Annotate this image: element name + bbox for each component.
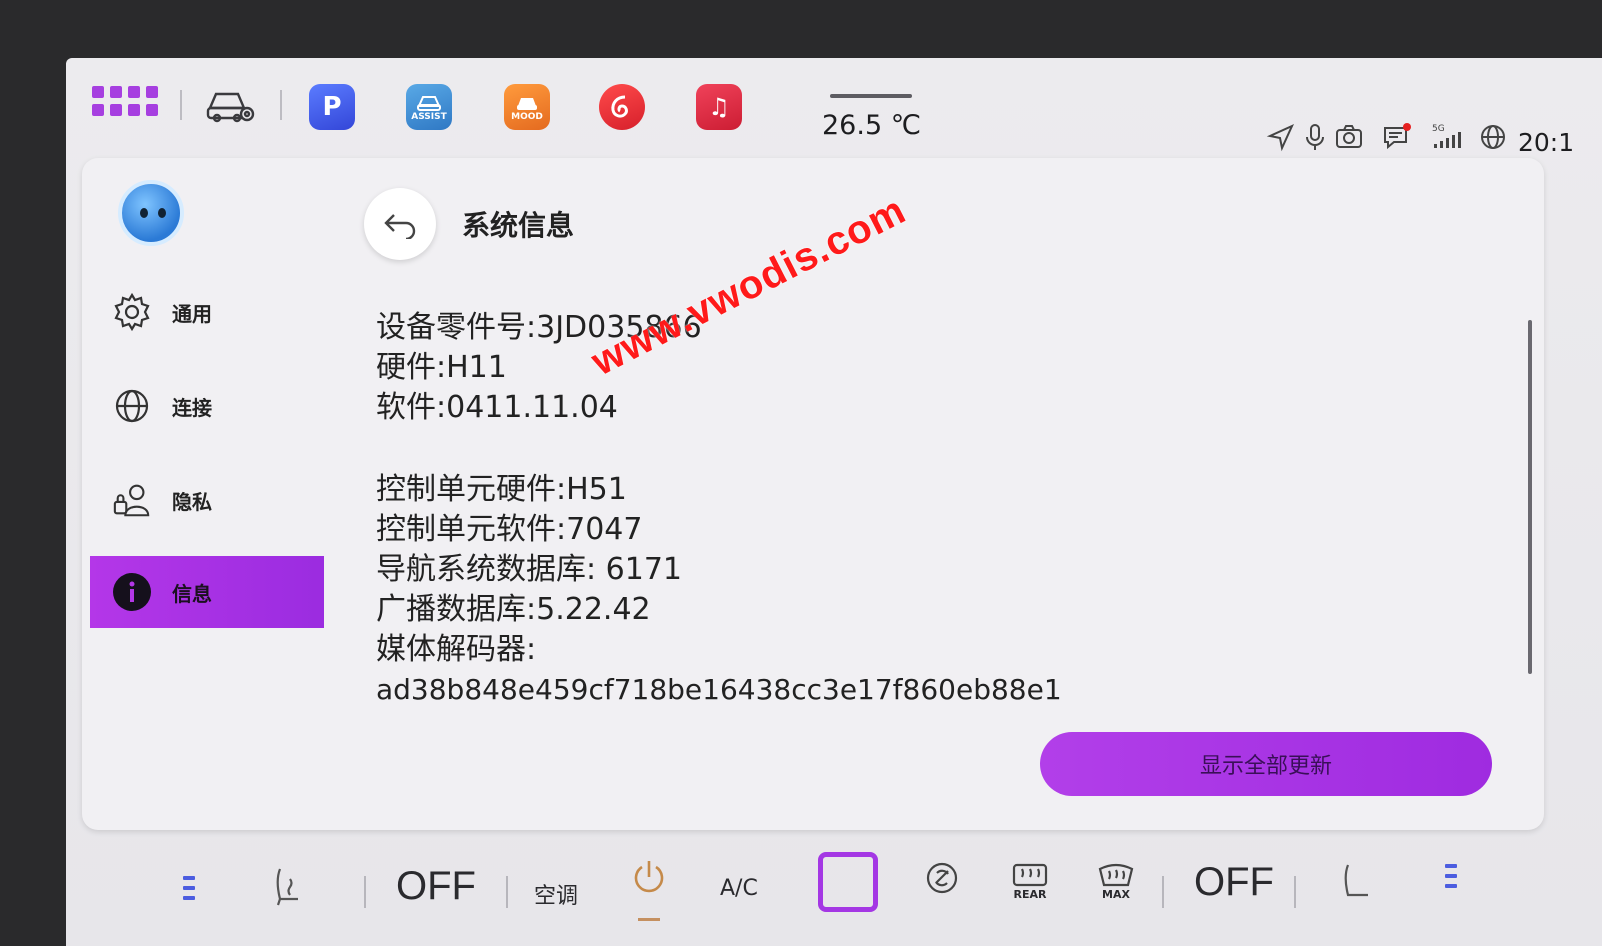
radio-database: 广播数据库:5.22.42 <box>376 592 651 627</box>
max-label: MAX <box>1102 888 1130 901</box>
sidebar-item-label: 信息 <box>172 581 212 606</box>
user-avatar[interactable] <box>118 180 184 246</box>
auto-climate-icon[interactable] <box>922 858 962 898</box>
media-codec-label: 媒体解码器: <box>376 632 537 667</box>
power-indicator <box>638 918 660 921</box>
divider <box>506 876 508 908</box>
music-app-icon[interactable]: ♫ <box>696 84 742 130</box>
clock: 20:1 <box>1518 128 1575 157</box>
right-fan-status[interactable]: OFF <box>1194 860 1274 905</box>
sidebar-item-privacy[interactable]: 隐私 <box>90 464 324 536</box>
assist-app-icon[interactable]: ASSIST <box>406 84 452 130</box>
car-infotainment-screen: P ASSIST MOOD ♫ 26.5 ℃ 5G 20:1 通用 连接 隐私 … <box>66 58 1602 946</box>
microphone-icon <box>1300 122 1330 152</box>
control-unit-software: 控制单元软件:7047 <box>376 512 643 547</box>
app-grid-icon[interactable] <box>92 86 158 116</box>
sidebar-item-label: 通用 <box>172 301 212 326</box>
rear-defrost-icon[interactable]: REAR <box>1008 852 1052 902</box>
software-version: 软件:0411.11.04 <box>376 390 618 425</box>
privacy-icon <box>112 480 152 520</box>
info-icon <box>112 572 152 612</box>
divider <box>364 876 366 908</box>
signal-5g-icon: 5G <box>1430 122 1461 152</box>
rear-label: REAR <box>1013 888 1047 901</box>
mood-app-icon[interactable]: MOOD <box>504 84 550 130</box>
globe-icon <box>112 386 152 426</box>
recirculation-button[interactable] <box>818 852 878 912</box>
status-icons: 5G <box>1266 120 1508 154</box>
left-fan-status[interactable]: OFF <box>396 864 476 909</box>
climate-bar: OFF 空调 A/C REAR MAX OFF <box>66 844 1602 946</box>
divider <box>1162 876 1164 908</box>
ac-button[interactable]: A/C <box>720 876 758 901</box>
page-title: 系统信息 <box>462 209 575 242</box>
media-codec-value: ad38b848e459cf718be16438cc3e17f860eb88e1 <box>376 673 1062 706</box>
handle-bar[interactable] <box>830 94 912 98</box>
sidebar-item-general[interactable]: 通用 <box>90 276 324 348</box>
outside-temperature: 26.5 ℃ <box>822 110 922 141</box>
back-button[interactable] <box>364 188 436 260</box>
right-menu-icon[interactable] <box>1440 856 1462 896</box>
seat-heat-right-icon[interactable] <box>1338 858 1378 908</box>
svg-text:5G: 5G <box>1432 124 1445 134</box>
max-defrost-icon[interactable]: MAX <box>1094 852 1138 902</box>
sidebar-item-label: 连接 <box>172 395 212 420</box>
car-settings-icon[interactable] <box>206 84 256 126</box>
hardware-version: 硬件:H11 <box>376 350 507 385</box>
camera-icon <box>1334 122 1364 152</box>
parking-app-icon[interactable]: P <box>309 84 355 130</box>
message-notification-icon[interactable] <box>1382 122 1412 152</box>
sidebar-item-label: 隐私 <box>172 489 212 514</box>
power-icon[interactable] <box>628 856 670 898</box>
divider <box>1294 876 1296 908</box>
show-all-updates-button[interactable]: 显示全部更新 <box>1040 732 1492 796</box>
divider <box>180 90 182 120</box>
left-menu-icon[interactable] <box>178 868 200 908</box>
status-bar: P ASSIST MOOD ♫ 26.5 ℃ 5G 20:1 <box>66 58 1602 157</box>
divider <box>280 90 282 120</box>
gear-icon <box>112 292 152 332</box>
navigation-database: 导航系统数据库: 6171 <box>376 552 682 587</box>
climate-label[interactable]: 空调 <box>534 878 578 910</box>
netease-music-icon[interactable] <box>599 84 645 130</box>
seat-heat-left-icon[interactable] <box>268 862 308 912</box>
sidebar-item-connection[interactable]: 连接 <box>90 370 324 442</box>
scrollbar[interactable] <box>1528 320 1532 674</box>
control-unit-hardware: 控制单元硬件:H51 <box>376 472 627 507</box>
sidebar-item-info[interactable]: 信息 <box>90 556 324 628</box>
navigation-arrow-icon <box>1266 122 1296 152</box>
system-info-list: 设备零件号:3JD035866 硬件:H11 软件:0411.11.04 控制单… <box>376 308 1062 710</box>
globe-icon <box>1478 122 1508 152</box>
